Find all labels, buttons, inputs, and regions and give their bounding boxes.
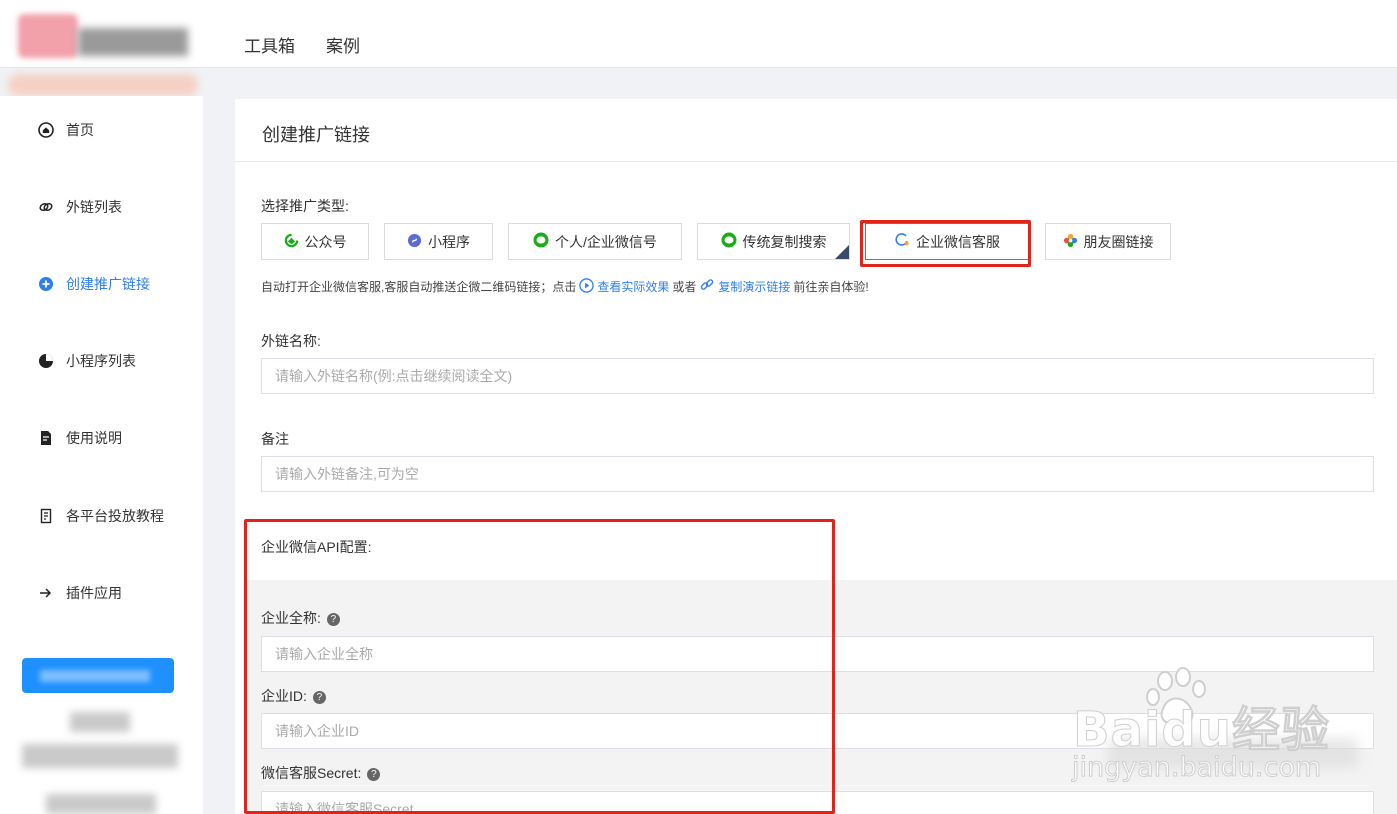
sidebar: 首页 外链列表 创建推广链接 小程序列表 使用说明 各平台投放教程 插件应用 <box>0 96 203 814</box>
type-copy-search[interactable]: 传统复制搜索 <box>697 223 850 260</box>
sidebar-item-plugins[interactable]: 插件应用 <box>38 583 122 603</box>
type-label-text: 小程序 <box>428 233 470 250</box>
blurred-text <box>22 744 178 768</box>
wechat-icon <box>721 232 737 251</box>
remark-label: 备注 <box>261 431 289 447</box>
sidebar-item-label: 外链列表 <box>66 199 122 215</box>
wechat-icon <box>533 232 549 251</box>
link-icon <box>699 277 715 296</box>
plugin-arrow-icon <box>38 585 54 601</box>
official-account-icon <box>284 233 299 251</box>
sidebar-item-mini-programs[interactable]: 小程序列表 <box>38 351 136 371</box>
blurred-text <box>70 712 130 732</box>
topnav-toolbox[interactable]: 工具箱 <box>244 32 295 57</box>
top-bar: 工具箱 案例 <box>0 0 1397 68</box>
view-effect-label: 查看实际效果 <box>597 280 670 294</box>
type-moments-link[interactable]: 朋友圈链接 <box>1045 223 1171 260</box>
sidebar-item-label: 创建推广链接 <box>66 276 150 292</box>
plus-circle-icon <box>38 276 54 292</box>
type-label-text: 公众号 <box>304 233 347 250</box>
blurred-button[interactable] <box>22 658 174 693</box>
sidebar-item-instructions[interactable]: 使用说明 <box>38 428 122 448</box>
type-mini-program[interactable]: 小程序 <box>384 223 493 260</box>
type-label-text: 朋友圈链接 <box>1083 233 1154 250</box>
link-icon <box>38 199 54 215</box>
hint-suffix: 前往亲自体验! <box>793 280 869 294</box>
sidebar-item-links[interactable]: 外链列表 <box>38 197 122 217</box>
mini-program-icon <box>38 353 54 369</box>
sidebar-item-label: 各平台投放教程 <box>66 508 164 524</box>
sidebar-item-create-link[interactable]: 创建推广链接 <box>38 274 150 294</box>
page-title: 创建推广链接 <box>262 125 370 145</box>
hint-mid: 或者 <box>672 280 697 294</box>
sidebar-item-label: 首页 <box>66 122 94 138</box>
mini-program-icon <box>407 233 422 251</box>
top-nav: 工具箱 案例 <box>244 32 360 57</box>
blurred-logo <box>8 6 198 96</box>
type-label: 选择推广类型: <box>261 198 349 214</box>
sidebar-item-home[interactable]: 首页 <box>38 120 94 140</box>
type-wechat-account[interactable]: 个人/企业微信号 <box>508 223 682 260</box>
view-effect-link[interactable]: 查看实际效果 <box>579 277 670 296</box>
sidebar-item-label: 使用说明 <box>66 430 122 446</box>
type-label-text: 个人/企业微信号 <box>555 233 657 250</box>
hint-prefix: 自动打开企业微信客服,客服自动推送企微二维码链接；点击 <box>261 280 577 294</box>
sidebar-item-tutorials[interactable]: 各平台投放教程 <box>38 506 164 526</box>
highlight-box-api <box>244 519 835 814</box>
type-label-text: 传统复制搜索 <box>742 233 827 250</box>
blurred-text <box>46 794 156 814</box>
type-hint: 自动打开企业微信客服,客服自动推送企微二维码链接；点击 查看实际效果 或者 复制… <box>261 277 869 296</box>
link-name-input[interactable]: 请输入外链名称(例:点击继续阅读全文) <box>261 358 1374 394</box>
sidebar-item-label: 插件应用 <box>66 585 122 601</box>
topnav-cases[interactable]: 案例 <box>326 32 360 57</box>
link-name-label: 外链名称: <box>261 333 321 349</box>
moments-icon <box>1063 233 1078 251</box>
document-icon <box>38 430 54 446</box>
tutorial-icon <box>38 508 54 524</box>
play-circle-icon <box>579 277 595 296</box>
corner-mark-icon <box>835 245 849 259</box>
home-icon <box>38 122 54 138</box>
type-official-account[interactable]: 公众号 <box>261 223 369 260</box>
highlight-box-type <box>860 220 1031 267</box>
divider <box>235 161 1397 162</box>
sidebar-item-label: 小程序列表 <box>66 353 136 369</box>
copy-demo-link[interactable]: 复制演示链接 <box>699 277 790 296</box>
remark-input[interactable]: 请输入外链备注,可为空 <box>261 456 1374 492</box>
copy-demo-label: 复制演示链接 <box>718 280 791 294</box>
